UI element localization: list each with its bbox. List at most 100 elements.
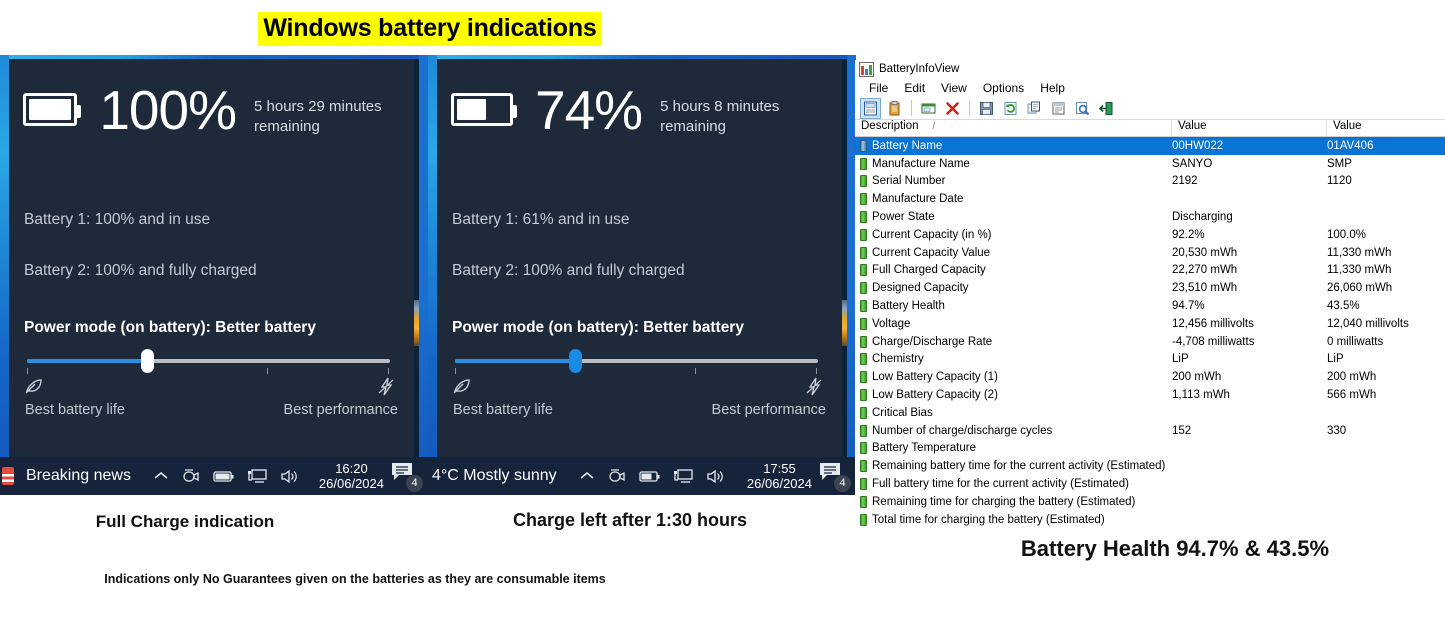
column-header-value-1[interactable]: Value [1172, 120, 1327, 136]
caption-after-90-min: Charge left after 1:30 hours [512, 510, 748, 530]
power-mode-slider[interactable] [455, 349, 818, 374]
network-icon[interactable] [673, 468, 693, 484]
cell-description-label: Battery Health [872, 300, 945, 313]
copy-icon[interactable] [1024, 98, 1045, 119]
cell-description-label: Remaining time for charging the battery … [872, 495, 1136, 508]
taskbar-clock[interactable]: 16:20 26/06/2024 [319, 461, 390, 491]
slider-thumb[interactable] [568, 349, 582, 373]
exit-icon[interactable] [1096, 98, 1117, 119]
cell-description: Critical Bias [855, 406, 1172, 419]
show-hidden-icons-icon[interactable] [579, 470, 595, 482]
camera-icon[interactable] [182, 468, 200, 484]
battery-tray-icon[interactable] [639, 470, 661, 483]
slider-left-label: Best battery life [25, 402, 125, 418]
delete-icon[interactable] [942, 98, 963, 119]
window-title-text: BatteryInfoView [879, 63, 960, 75]
table-row[interactable]: Current Capacity Value 20,530 mWh 11,330 m… [855, 244, 1445, 262]
battery-row-icon [860, 406, 867, 419]
cell-value-2: 26,060 mWh [1327, 282, 1393, 295]
table-row[interactable]: Manufacture Name SANYO SMP [855, 155, 1445, 173]
action-center-button[interactable]: 4 [390, 461, 423, 492]
column-header-value-2[interactable]: Value [1327, 120, 1445, 136]
toolbar-separator [969, 100, 970, 116]
page-root: Windows battery indications 100% 5 hours… [0, 0, 1445, 626]
battery-row-icon [860, 228, 867, 241]
table-row[interactable]: Current Capacity (in %) 92.2% 100.0% [855, 226, 1445, 244]
taskbar-weather-label[interactable]: 4°C Mostly sunny [432, 467, 557, 485]
caption-full-charge: Full Charge indication [95, 512, 275, 531]
cell-description: Chemistry [855, 353, 1172, 366]
table-row[interactable]: Designed Capacity 23,510 mWh 26,060 mWh [855, 279, 1445, 297]
battery-tray-icon[interactable] [213, 470, 235, 483]
table-row[interactable]: Manufacture Date [855, 190, 1445, 208]
battery-row-icon [860, 157, 867, 170]
table-row[interactable]: Chemistry LiP LiP [855, 351, 1445, 369]
clipboard-icon[interactable] [884, 98, 905, 119]
taskbar-clock[interactable]: 17:55 26/06/2024 [747, 461, 818, 491]
show-hidden-icons-icon[interactable] [153, 470, 169, 482]
cell-value-2: 11,330 mWh [1327, 246, 1392, 259]
report-icon[interactable] [1048, 98, 1069, 119]
menu-item-edit[interactable]: Edit [896, 80, 933, 96]
menu-item-options[interactable]: Options [975, 80, 1032, 96]
table-row[interactable]: Critical Bias [855, 404, 1445, 422]
notification-badge: 4 [834, 475, 851, 492]
window-icon[interactable] [918, 98, 939, 119]
battery-1-status: Battery 1: 61% and in use [452, 211, 630, 228]
battery-row-icon [860, 353, 867, 366]
table-row[interactable]: Voltage 12,456 millivolts 12,040 millivolt… [855, 315, 1445, 333]
refresh-icon[interactable] [1000, 98, 1021, 119]
cell-description-label: Current Capacity (in %) [872, 228, 992, 241]
cell-value-1: 152 [1172, 424, 1192, 437]
camera-icon[interactable] [608, 468, 626, 484]
table-row[interactable]: Full battery time for the current activi… [855, 475, 1445, 493]
battery-2-status: Battery 2: 100% and fully charged [452, 262, 685, 279]
volume-icon[interactable] [280, 469, 299, 484]
battery-row-icon [860, 264, 867, 277]
cell-description: Current Capacity Value [855, 246, 1172, 259]
cell-description-label: Battery Name [872, 139, 943, 152]
clock-time: 17:55 [763, 461, 796, 476]
battery-row-icon [860, 460, 867, 473]
table-row[interactable]: Total time for charging the battery (Est… [855, 511, 1445, 529]
table-row[interactable]: Power State Discharging [855, 208, 1445, 226]
table-row[interactable]: Full Charged Capacity 22,270 mWh 11,330 mW… [855, 262, 1445, 280]
table-row[interactable]: Low Battery Capacity (2) 1,113 mWh 566 mWh [855, 386, 1445, 404]
save-icon[interactable] [976, 98, 997, 119]
menu-item-help[interactable]: Help [1032, 80, 1073, 96]
battery-row-icon [860, 495, 867, 508]
table-row[interactable]: Charge/Discharge Rate -4,708 milliwatts 0 … [855, 333, 1445, 351]
toolbar [855, 97, 1445, 120]
menu-item-file[interactable]: File [861, 80, 896, 96]
cell-description: Voltage [855, 317, 1172, 330]
cell-description-label: Total time for charging the battery (Est… [872, 513, 1105, 526]
clock-time: 16:20 [335, 461, 368, 476]
notification-badge: 4 [406, 475, 423, 492]
power-mode-slider[interactable] [27, 349, 390, 374]
find-icon[interactable] [1072, 98, 1093, 119]
taskbar-news-label[interactable]: Breaking news [26, 467, 131, 485]
table-row[interactable]: Low Battery Capacity (1) 200 mWh 200 mWh [855, 368, 1445, 386]
battery-flyout-full-charge: 100% 5 hours 29 minutes remaining Batter… [0, 55, 428, 495]
cell-value-1: 94.7% [1172, 300, 1205, 313]
table-row[interactable]: Battery Name 00HW022 01AV406 [855, 137, 1445, 155]
menu-item-view[interactable]: View [933, 80, 975, 96]
action-center-button[interactable]: 4 [818, 461, 851, 492]
battery-row-icon [860, 317, 867, 330]
cell-description-label: Designed Capacity [872, 282, 969, 295]
battery-row-icon [860, 478, 867, 491]
flyout-left-edge [428, 55, 437, 495]
cell-value-2: LiP [1327, 353, 1344, 366]
cell-description-label: Chemistry [872, 353, 924, 366]
table-row[interactable]: Remaining time for charging the battery … [855, 493, 1445, 511]
slider-thumb[interactable] [140, 349, 154, 373]
table-row[interactable]: Number of charge/discharge cycles 152 330 [855, 422, 1445, 440]
table-row[interactable]: Battery Temperature [855, 440, 1445, 458]
volume-icon[interactable] [706, 469, 725, 484]
table-row[interactable]: Serial Number 2192 1120 [855, 173, 1445, 191]
column-header-description[interactable]: Description / [855, 120, 1172, 136]
table-row[interactable]: Battery Health 94.7% 43.5% [855, 297, 1445, 315]
network-icon[interactable] [247, 468, 267, 484]
table-row[interactable]: Remaining battery time for the current a… [855, 457, 1445, 475]
properties-icon[interactable] [860, 97, 881, 119]
